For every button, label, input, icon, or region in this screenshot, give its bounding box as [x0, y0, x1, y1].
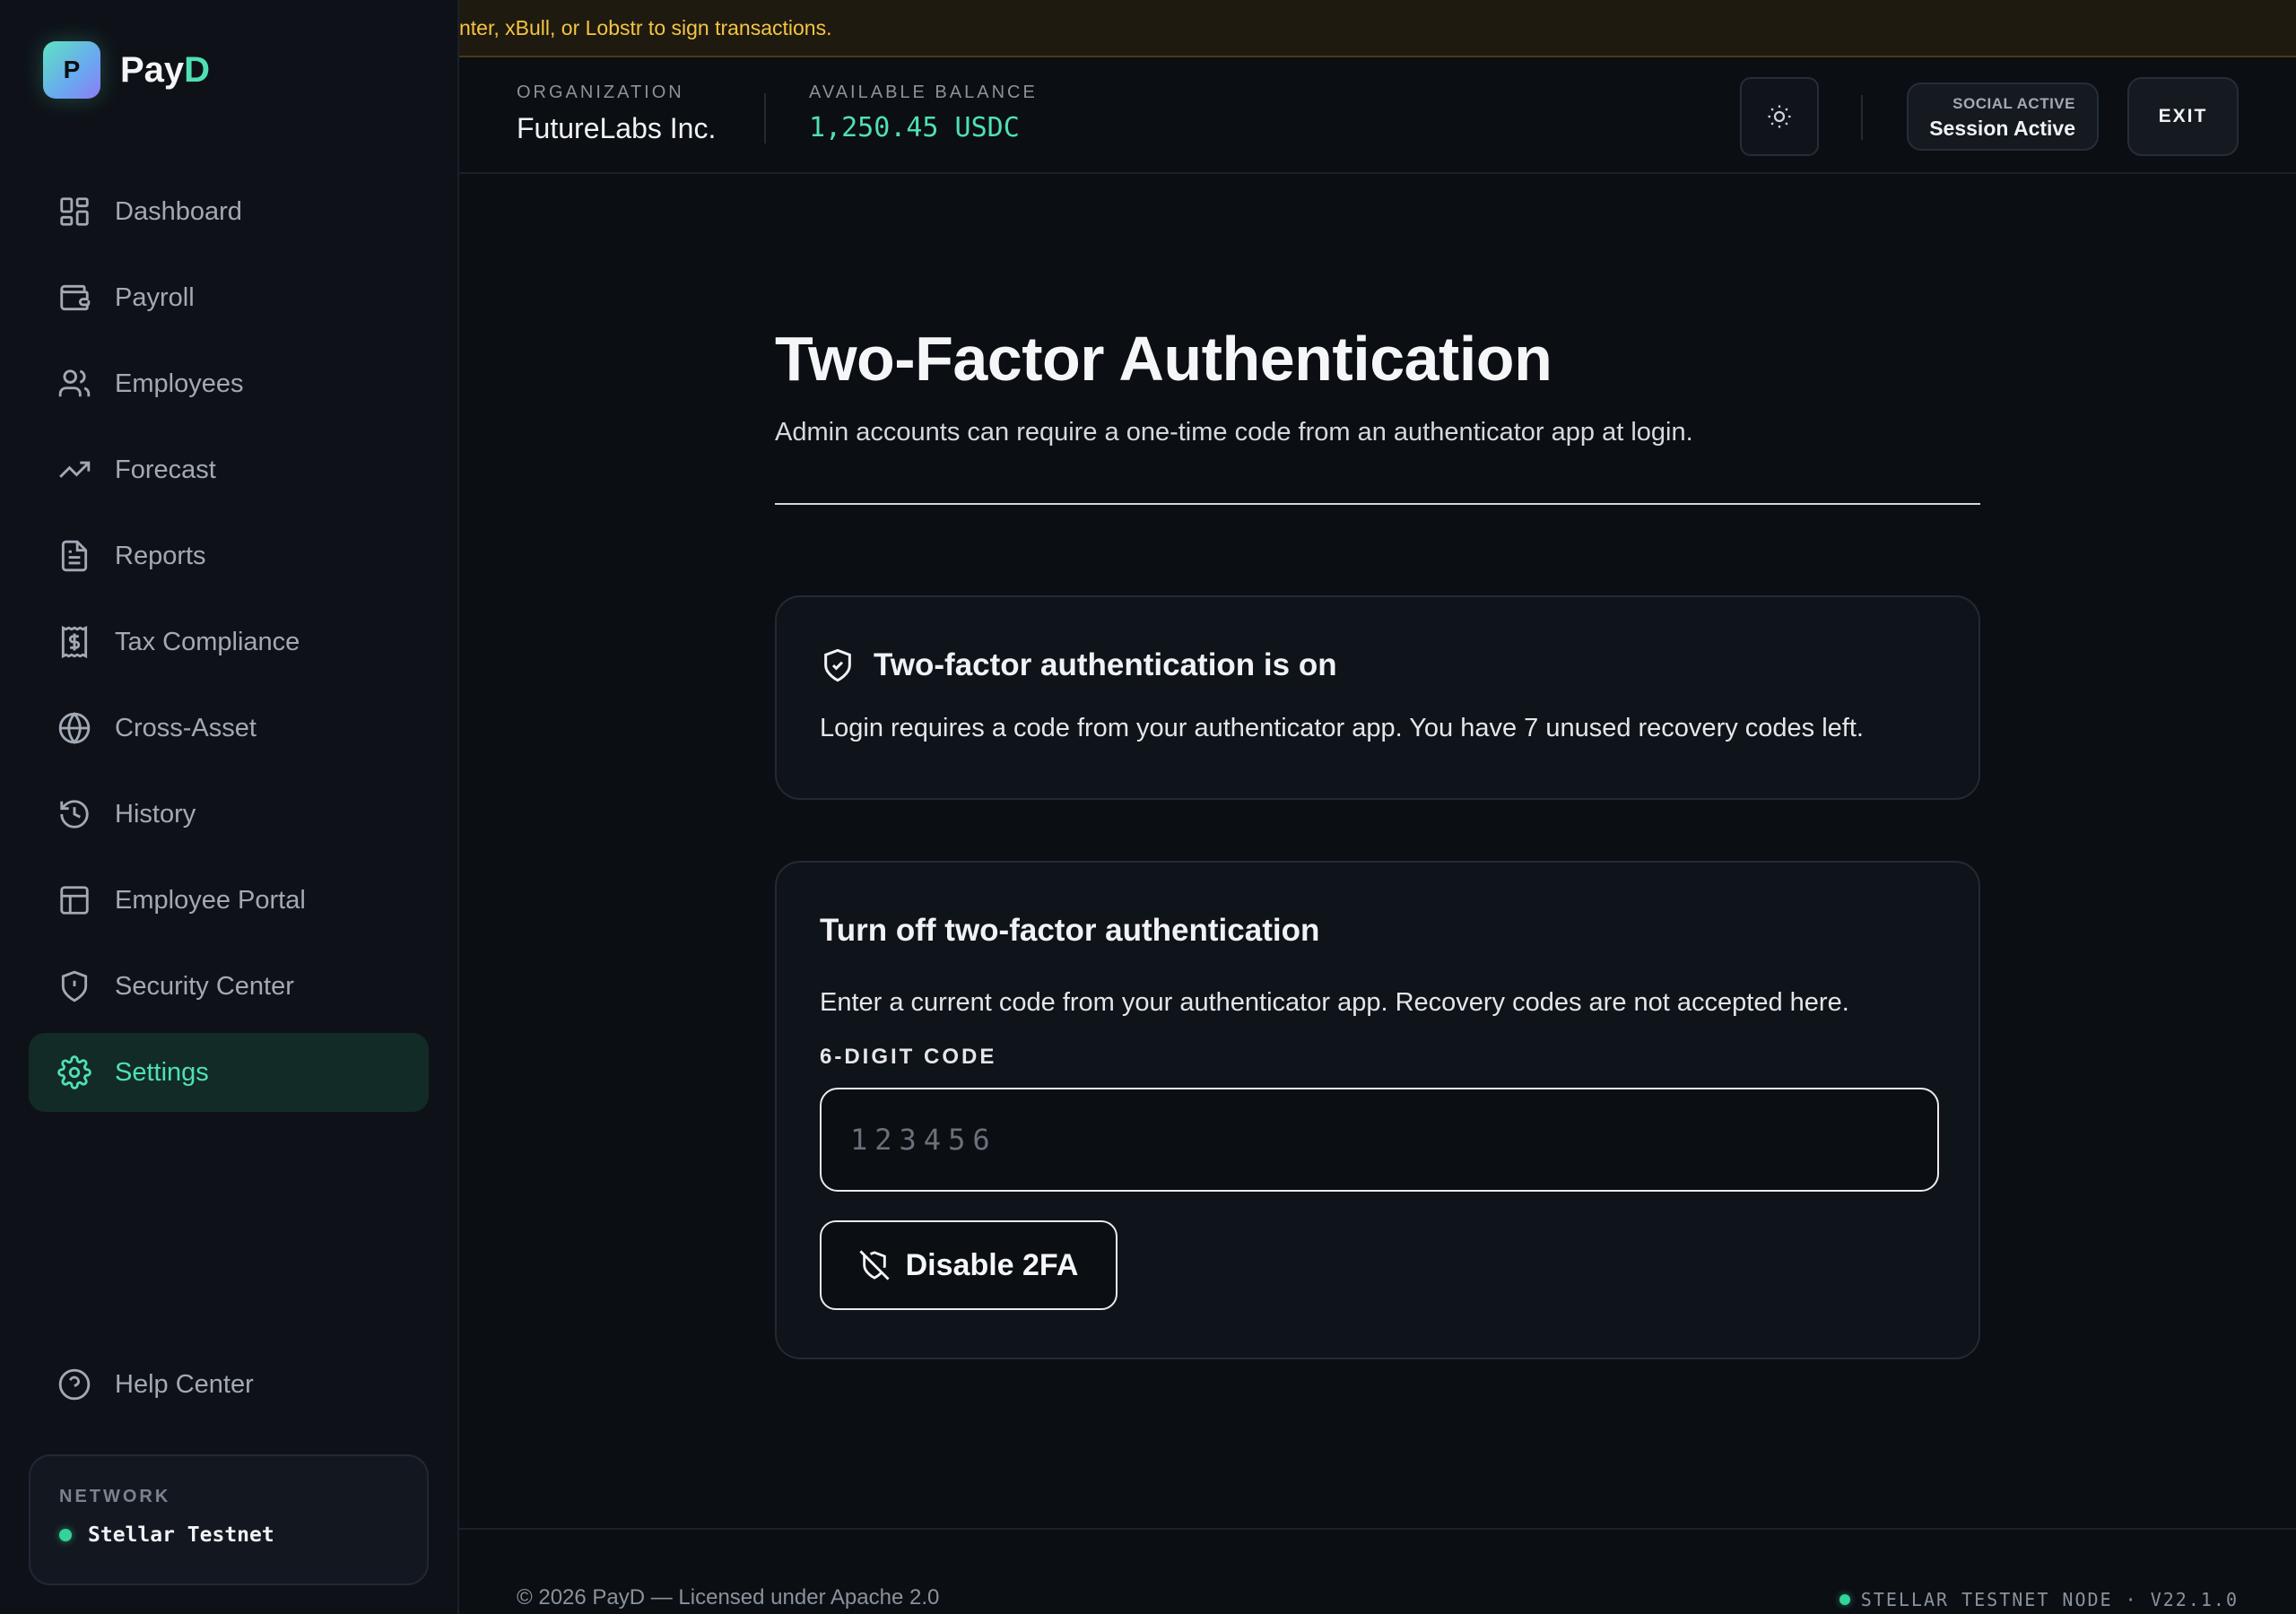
code-input[interactable] — [820, 1088, 1939, 1192]
help-circle-icon — [58, 1368, 91, 1401]
sidebar-item-dashboard[interactable]: Dashboard — [29, 172, 429, 251]
session-status: Session Active — [1929, 117, 2075, 140]
help-center-section: Help Center — [29, 1345, 429, 1431]
sidebar: P PayD Dashboard Payroll Employees Forec… — [0, 0, 459, 1614]
logo-badge: P — [43, 41, 100, 99]
globe-icon — [58, 712, 91, 744]
balance-block: AVAILABLE BALANCE 1,250.45 USDC — [809, 82, 1038, 143]
sidebar-item-forecast[interactable]: Forecast — [29, 430, 429, 509]
organization-block: ORGANIZATION FutureLabs Inc. — [517, 82, 716, 145]
sidebar-item-payroll[interactable]: Payroll — [29, 258, 429, 337]
layout-icon — [60, 886, 89, 915]
sidebar-item-label: Help Center — [115, 1369, 254, 1399]
main-content: Two-Factor Authentication Admin accounts… — [775, 323, 1980, 1359]
sidebar-item-employee-portal[interactable]: Employee Portal — [29, 861, 429, 940]
session-type: SOCIAL ACTIVE — [1952, 95, 2075, 112]
status-text: Login requires a code from your authenti… — [820, 714, 1864, 742]
shield-check-icon — [824, 648, 851, 682]
trending-up-icon — [59, 461, 91, 478]
shield-off-icon — [859, 1250, 890, 1280]
disable-2fa-card: Turn off two-factor authentication Enter… — [775, 861, 1980, 1359]
exit-button[interactable]: EXIT — [2127, 77, 2239, 156]
network-value: Stellar Testnet — [59, 1523, 427, 1547]
sidebar-item-settings[interactable]: Settings — [29, 1033, 429, 1112]
sidebar-item-label: Security Center — [115, 971, 294, 1001]
wallet-warning-banner: nter, xBull, or Lobstr to sign transacti… — [459, 0, 2296, 57]
sun-icon — [1768, 105, 1791, 128]
page-title: Two-Factor Authentication — [775, 324, 1552, 394]
sidebar-item-label: Cross-Asset — [115, 713, 257, 742]
network-label: NETWORK — [59, 1487, 171, 1506]
balance-value: 1,250.45 USDC — [809, 112, 1020, 143]
app-logo[interactable]: P PayD — [43, 41, 210, 99]
sidebar-item-history[interactable]: History — [29, 775, 429, 854]
disable-description: Enter a current code from your authentic… — [820, 988, 1849, 1017]
section-divider — [775, 503, 1980, 505]
sidebar-item-label: Reports — [115, 541, 206, 570]
banner-text: nter, xBull, or Lobstr to sign transacti… — [459, 16, 832, 39]
dashboard-icon — [60, 197, 89, 226]
node-status: STELLAR TESTNET NODE · V22.1.0 — [1839, 1589, 2239, 1610]
sidebar-item-label: Employees — [115, 369, 244, 398]
session-status-badge[interactable]: SOCIAL ACTIVE Session Active — [1907, 82, 2099, 151]
page-subtitle: Admin accounts can require a one-time co… — [775, 418, 1693, 447]
status-heading: Two-factor authentication is on — [820, 647, 1979, 683]
history-icon — [60, 800, 89, 829]
sidebar-item-help-center[interactable]: Help Center — [29, 1345, 429, 1424]
sidebar-item-tax-compliance[interactable]: Tax Compliance — [29, 603, 429, 681]
network-status-dot — [59, 1529, 72, 1541]
sidebar-item-reports[interactable]: Reports — [29, 516, 429, 595]
org-label: ORGANIZATION — [517, 82, 684, 102]
code-field-label: 6-DIGIT CODE — [820, 1045, 997, 1069]
sidebar-item-label: Payroll — [115, 282, 195, 312]
network-status-card: NETWORK Stellar Testnet — [29, 1454, 429, 1585]
theme-toggle-button[interactable] — [1740, 77, 1819, 156]
header-divider — [1861, 95, 1863, 140]
sidebar-item-security-center[interactable]: Security Center — [29, 947, 429, 1026]
sidebar-nav: Dashboard Payroll Employees Forecast Rep… — [29, 172, 429, 1119]
sidebar-item-label: Employee Portal — [115, 885, 306, 915]
shield-alert-icon — [61, 970, 88, 1002]
sidebar-item-label: History — [115, 799, 196, 829]
app-name: PayD — [120, 49, 211, 90]
top-header: ORGANIZATION FutureLabs Inc. AVAILABLE B… — [459, 57, 2296, 174]
disable-2fa-button[interactable]: Disable 2FA — [820, 1220, 1118, 1310]
org-name: FutureLabs Inc. — [517, 112, 717, 144]
footer: © 2026 PayD — Licensed under Apache 2.0 … — [459, 1528, 2296, 1614]
copyright-text: © 2026 PayD — Licensed under Apache 2.0 — [517, 1585, 940, 1610]
header-divider — [764, 93, 766, 143]
wallet-icon — [60, 284, 91, 311]
disable-heading: Turn off two-factor authentication — [820, 913, 1320, 948]
balance-label: AVAILABLE BALANCE — [809, 82, 1038, 102]
node-status-dot — [1839, 1594, 1850, 1605]
sidebar-item-label: Tax Compliance — [115, 627, 300, 656]
sidebar-item-cross-asset[interactable]: Cross-Asset — [29, 689, 429, 768]
sidebar-item-employees[interactable]: Employees — [29, 344, 429, 423]
2fa-status-card: Two-factor authentication is on Login re… — [775, 595, 1980, 800]
file-text-icon — [61, 540, 88, 572]
sidebar-item-label: Forecast — [115, 455, 216, 484]
sidebar-item-label: Settings — [115, 1057, 209, 1087]
gear-icon — [57, 1055, 91, 1089]
receipt-icon — [61, 625, 88, 659]
users-icon — [58, 369, 91, 397]
sidebar-item-label: Dashboard — [115, 196, 242, 226]
